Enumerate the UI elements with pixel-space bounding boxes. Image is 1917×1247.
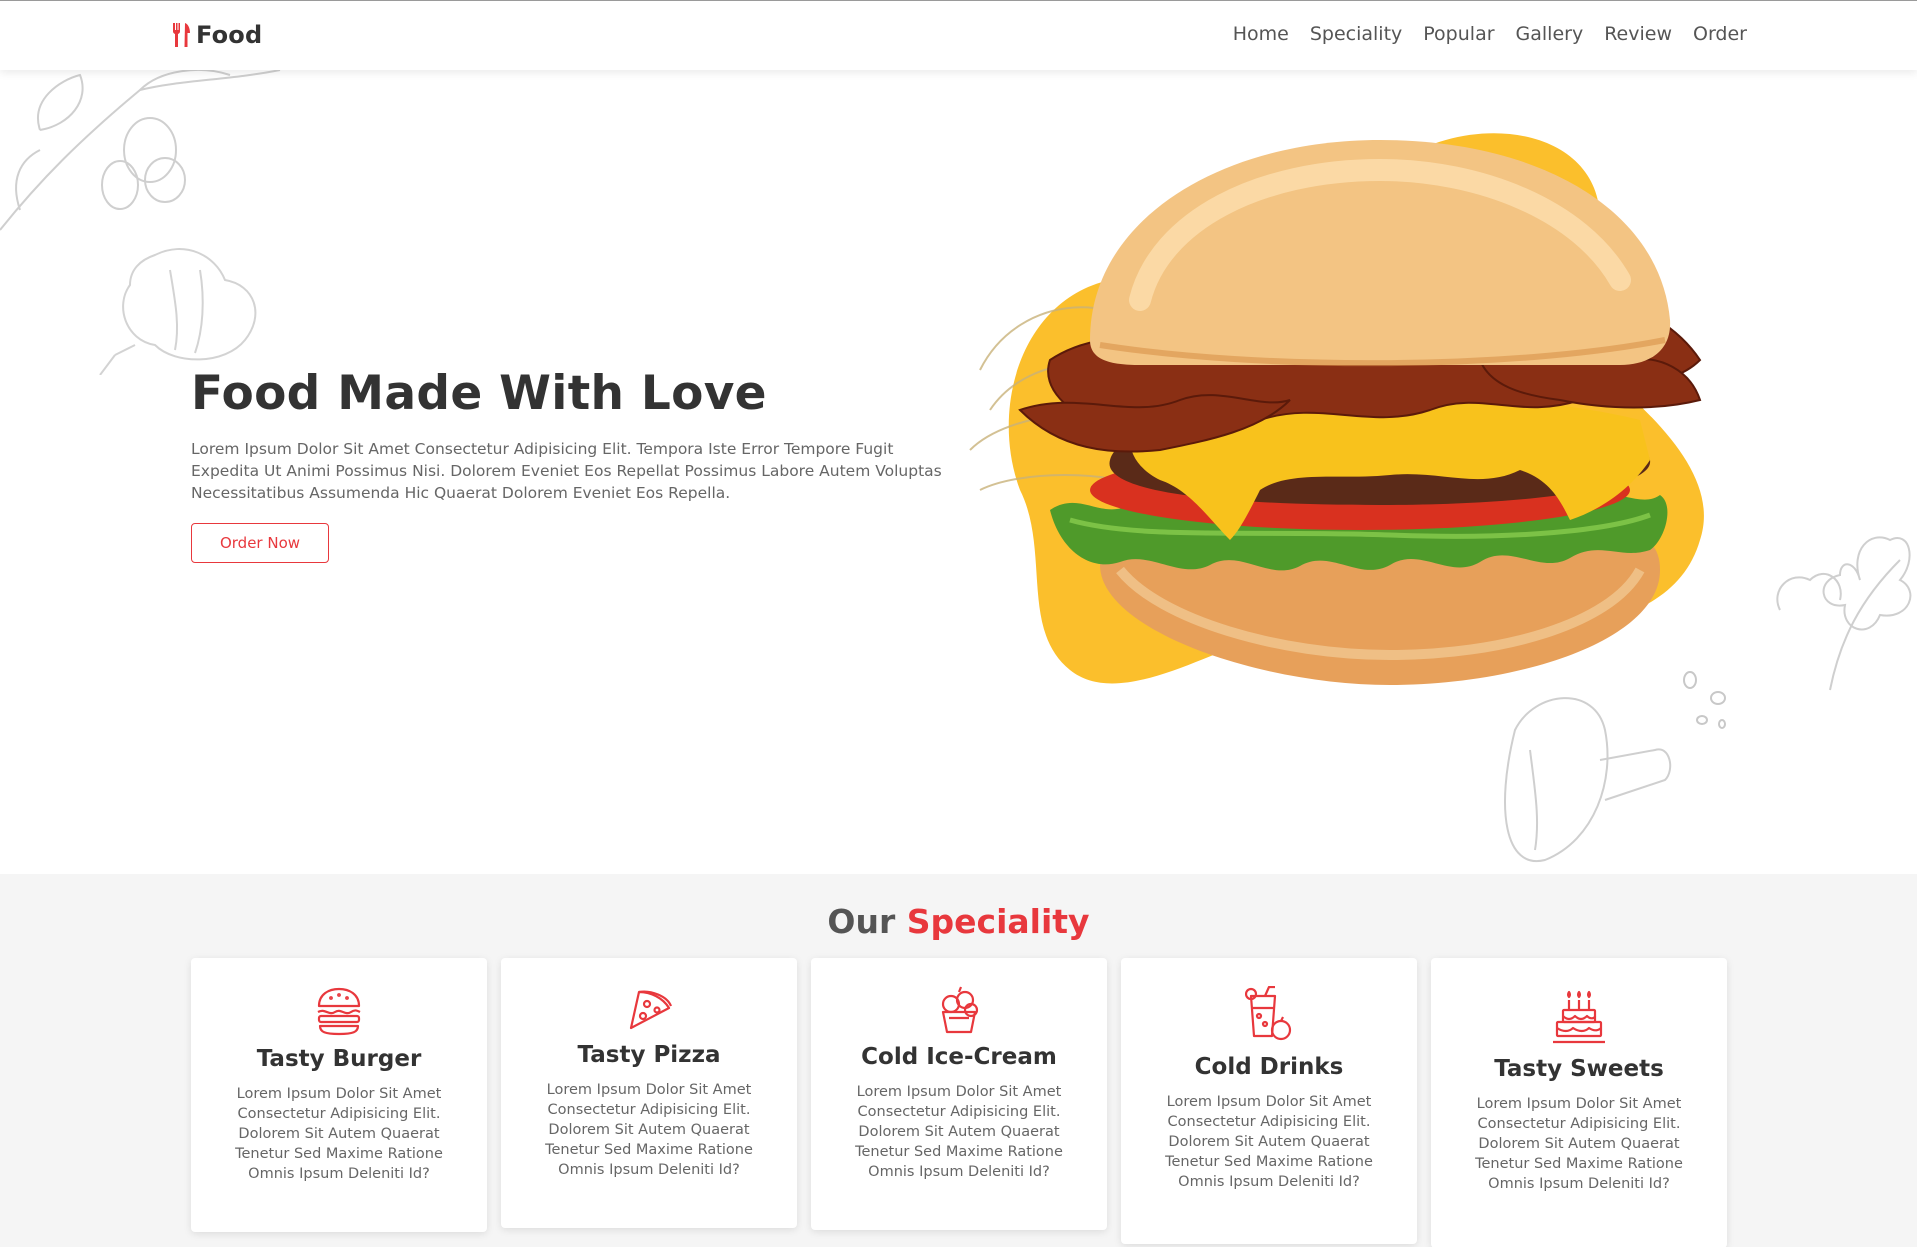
burger-image: [969, 133, 1704, 685]
card-text: Lorem Ipsum Dolor Sit Amet Consectetur A…: [855, 1084, 1063, 1180]
card-title: Cold Ice-Cream: [861, 1044, 1057, 1070]
speciality-card-burger[interactable]: Tasty Burger Lorem Ipsum Dolor Sit Amet …: [191, 958, 487, 1232]
hero-title: Food Made With Love: [191, 366, 767, 421]
card-title: Tasty Pizza: [577, 1042, 721, 1068]
parsley-doodle: [1776, 536, 1912, 691]
main-nav: Home Speciality Popular Gallery Review O…: [1233, 23, 1747, 45]
ice-cream-icon: [941, 986, 979, 1034]
card-text: Lorem Ipsum Dolor Sit Amet Consectetur A…: [545, 1082, 753, 1178]
speciality-heading: Our Speciality: [0, 902, 1917, 941]
card-text: Lorem Ipsum Dolor Sit Amet Consectetur A…: [1475, 1096, 1683, 1192]
cake-icon: [1553, 990, 1605, 1044]
card-title: Tasty Sweets: [1494, 1056, 1664, 1082]
card-title: Tasty Burger: [256, 1046, 422, 1072]
nav-speciality[interactable]: Speciality: [1310, 23, 1402, 45]
hero-section: Food Made With Love Lorem Ipsum Dolor Si…: [0, 70, 1917, 874]
garlic-doodle: [99, 248, 257, 375]
pizza-icon: [629, 990, 673, 1030]
heading-prefix: Our: [827, 902, 896, 941]
speciality-card-sweets[interactable]: Tasty Sweets Lorem Ipsum Dolor Sit Amet …: [1431, 958, 1727, 1247]
speciality-card-drinks[interactable]: Cold Drinks Lorem Ipsum Dolor Sit Amet C…: [1121, 958, 1417, 1244]
speciality-section: Our Speciality Tasty Burger Lorem Ipsum …: [0, 874, 1917, 1247]
nav-home[interactable]: Home: [1233, 23, 1289, 45]
card-text: Lorem Ipsum Dolor Sit Amet Consectetur A…: [235, 1086, 443, 1182]
nav-order[interactable]: Order: [1693, 23, 1747, 45]
nav-gallery[interactable]: Gallery: [1516, 23, 1584, 45]
speciality-card-ice-cream[interactable]: Cold Ice-Cream Lorem Ipsum Dolor Sit Ame…: [811, 958, 1107, 1230]
brand-name: Food: [196, 21, 263, 49]
brand-logo[interactable]: Food: [170, 21, 262, 49]
order-now-button[interactable]: Order Now: [191, 523, 329, 563]
fork-knife-icon: [172, 23, 190, 47]
speciality-card-pizza[interactable]: Tasty Pizza Lorem Ipsum Dolor Sit Amet C…: [501, 958, 797, 1228]
hero-description: Lorem Ipsum Dolor Sit Amet Consectetur A…: [191, 440, 942, 502]
burger-icon: [317, 987, 361, 1036]
card-text: Lorem Ipsum Dolor Sit Amet Consectetur A…: [1165, 1094, 1373, 1190]
heading-accent: Speciality: [906, 902, 1090, 941]
card-title: Cold Drinks: [1194, 1054, 1344, 1080]
nav-review[interactable]: Review: [1604, 23, 1672, 45]
nav-popular[interactable]: Popular: [1423, 23, 1494, 45]
olive-branch-doodle: [0, 70, 281, 231]
drink-icon: [1245, 986, 1292, 1041]
site-header: Food Home Speciality Popular Gallery Rev…: [0, 0, 1917, 70]
